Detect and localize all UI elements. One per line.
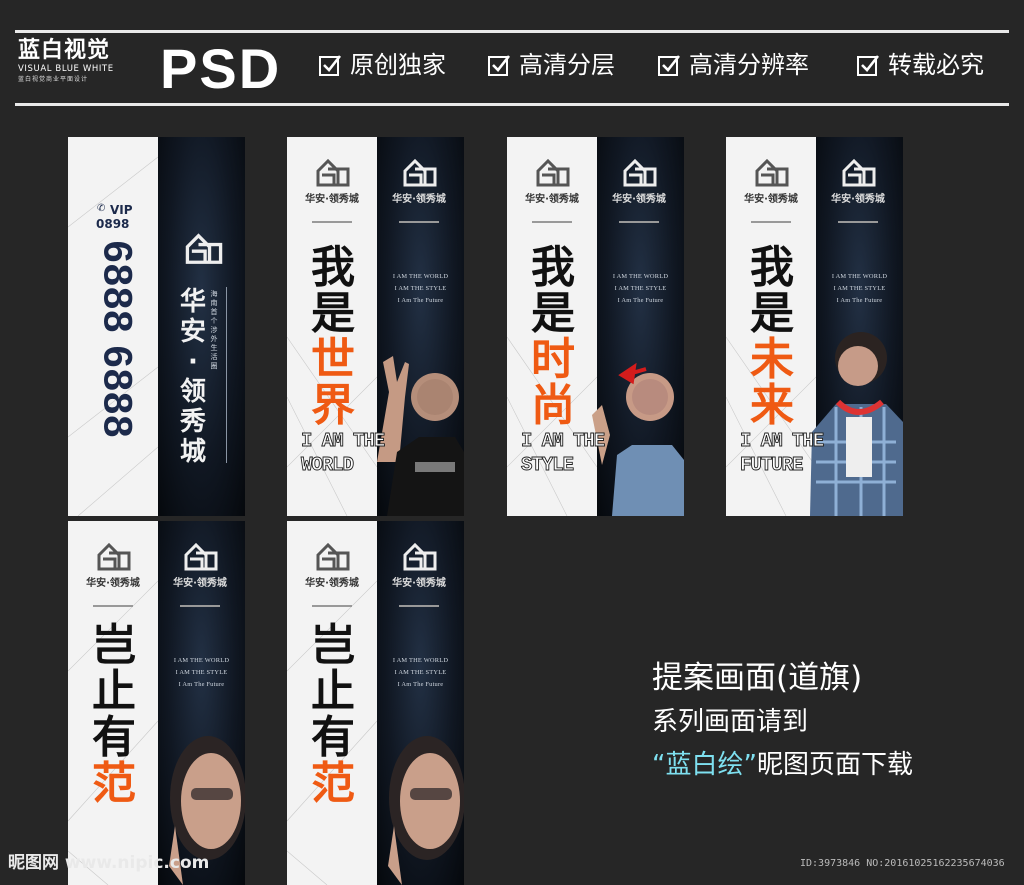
building-logo-icon: [316, 542, 350, 571]
headline-accent: 范: [311, 759, 355, 808]
checkbox-icon: [488, 55, 511, 76]
headline: 我是: [531, 243, 575, 338]
logo-caption: 华安·领秀城: [525, 194, 579, 205]
phone-icon: ✆: [97, 203, 106, 214]
download-text: 昵图页面下载: [756, 750, 913, 780]
divider: [226, 287, 227, 463]
logo-underline: [599, 208, 679, 223]
feature-item: 转载必究: [856, 50, 984, 80]
logo-underline: [512, 208, 592, 223]
checkbox-icon: [658, 55, 681, 76]
banner-fan-a: 华安·领秀城 华安·领秀城 I AM THE WORLD I AM THE ST…: [68, 521, 245, 885]
logo-underline: [160, 592, 240, 607]
logo-caption: 华安·领秀城: [744, 194, 798, 205]
project-tagline-vertical: 海南首个涉外生活圈: [210, 290, 218, 370]
logo-underline: [379, 208, 459, 223]
logo-caption: 华安·领秀城: [173, 578, 227, 589]
brand-title: 蓝白视觉: [18, 38, 111, 63]
headline: 岂止有: [311, 621, 355, 762]
tagline-line: I AM THE STYLE: [394, 285, 447, 292]
header-rule-top: [15, 30, 1009, 33]
site-watermark: 昵图网 www.nipic.com: [8, 853, 210, 873]
tagline-line: I AM THE STYLE: [394, 669, 447, 676]
banner-world: 华安·领秀城 华安·领秀城 I AM THE WORLD I AM THE ST…: [287, 137, 464, 516]
download-note: “蓝白绘”昵图页面下载: [652, 748, 913, 782]
tagline-line: I AM THE WORLD: [612, 273, 669, 280]
banner-fan-b: 华安·领秀城 华安·领秀城 I AM THE WORLD I AM THE ST…: [287, 521, 464, 885]
building-logo-icon: [316, 158, 350, 187]
headline: 岂止有: [92, 621, 136, 762]
logo-caption: 华安·领秀城: [305, 578, 359, 589]
building-logo-icon: [97, 542, 131, 571]
checkbox-icon: [857, 55, 880, 76]
header-rule-bottom: [15, 103, 1009, 106]
logo-caption: 华安·领秀城: [831, 194, 885, 205]
image-id-watermark: ID:3973846 NO:20161025162235674036: [800, 858, 1005, 869]
tagline-line: I Am The Future: [617, 297, 664, 304]
logo-caption: 华安·领秀城: [86, 578, 140, 589]
banner-contact: ✆ VIP 0898 6888 6888 华安·领秀城 海南首个涉外生活圈: [68, 137, 245, 516]
logo-underline: [818, 208, 898, 223]
logo-caption: 华安·领秀城: [392, 194, 446, 205]
feature-label: 高清分辨率: [689, 51, 809, 79]
tagline-line: I AM THE WORLD: [392, 657, 449, 664]
tagline-line: I Am The Future: [178, 681, 225, 688]
logo-caption: 华安·领秀城: [305, 194, 359, 205]
phone-number: 6888 6888: [95, 240, 140, 439]
tagline-line: I AM THE WORLD: [392, 273, 449, 280]
logo-caption: 华安·领秀城: [612, 194, 666, 205]
tagline-line: I Am The Future: [836, 297, 883, 304]
tagline-line: I Am The Future: [397, 297, 444, 304]
building-logo-icon: [536, 158, 570, 187]
feature-label: 高清分层: [519, 51, 615, 79]
feature-label: 转载必究: [888, 51, 984, 79]
project-name-vertical: 华安·领秀城: [179, 287, 206, 467]
headline-accent: 范: [92, 759, 136, 808]
building-logo-icon: [755, 158, 789, 187]
logo-underline: [73, 592, 153, 607]
english-headline: I AM THE STYLE: [521, 430, 606, 477]
feature-item: 原创独家: [318, 50, 446, 80]
headline: 我是: [311, 243, 355, 338]
building-logo-icon: [403, 542, 437, 571]
tagline-line: I Am The Future: [397, 681, 444, 688]
checkbox-icon: [319, 55, 342, 76]
building-logo-icon: [185, 233, 223, 264]
building-logo-icon: [403, 158, 437, 187]
proposal-note: 系列画面请到: [652, 707, 809, 737]
logo-underline: [292, 592, 372, 607]
headline: 我是: [750, 243, 794, 338]
tagline-line: I AM THE STYLE: [833, 285, 886, 292]
vip-label: VIP: [110, 203, 133, 217]
building-logo-icon: [623, 158, 657, 187]
banner-future: 华安·领秀城 华安·领秀城 I AM THE WORLD I AM THE ST…: [726, 137, 903, 516]
model-photo: [810, 332, 903, 516]
feature-label: 原创独家: [350, 51, 446, 79]
feature-item: 高清分辨率: [657, 50, 809, 80]
author-highlight: “蓝白绘”: [652, 750, 757, 780]
english-headline: I AM THE WORLD: [301, 430, 386, 477]
tagline-line: I AM THE WORLD: [173, 657, 230, 664]
area-code: 0898: [96, 217, 130, 231]
logo-underline: [731, 208, 811, 223]
banner-style: 华安·领秀城 华安·领秀城 I AM THE WORLD I AM THE ST…: [507, 137, 684, 516]
format-label: PSD: [160, 37, 282, 100]
logo-underline: [292, 208, 372, 223]
brand-subtitle: 蓝白视觉商业平面设计: [18, 76, 89, 83]
tagline-line: I AM THE WORLD: [831, 273, 888, 280]
model-photo: [388, 736, 464, 885]
building-logo-icon: [184, 542, 218, 571]
logo-caption: 华安·领秀城: [392, 578, 446, 589]
english-headline: I AM THE FUTURE: [740, 430, 825, 477]
building-logo-icon: [842, 158, 876, 187]
feature-item: 高清分层: [487, 50, 615, 80]
brand-logo: 蓝白视觉 VISUAL BLUE WHITE 蓝白视觉商业平面设计: [18, 38, 128, 84]
logo-underline: [379, 592, 459, 607]
brand-english: VISUAL BLUE WHITE: [18, 64, 114, 74]
headline-accent: 未来: [750, 335, 794, 430]
tagline-line: I AM THE STYLE: [614, 285, 667, 292]
tagline-line: I AM THE STYLE: [175, 669, 228, 676]
proposal-title: 提案画面(道旗): [652, 660, 863, 696]
